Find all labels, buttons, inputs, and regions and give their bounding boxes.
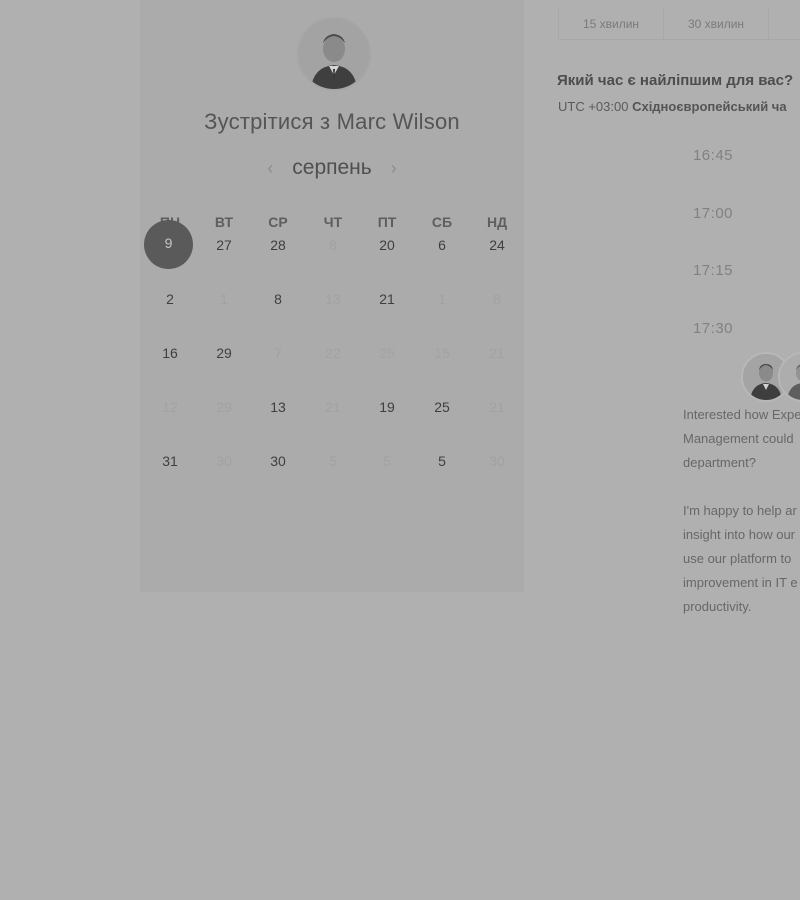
calendar-day-disabled: 30 bbox=[216, 453, 232, 469]
calendar-day-disabled: 25 bbox=[379, 345, 395, 361]
description-paragraph-2: I'm happy to help ar insight into how ou… bbox=[683, 499, 800, 619]
calendar-day[interactable]: 20 bbox=[360, 234, 414, 256]
calendar-day-disabled: 1 bbox=[438, 291, 446, 307]
weekday-label: ЧТ bbox=[323, 214, 343, 230]
meeting-title: Зустрітися з Marc Wilson bbox=[204, 109, 460, 134]
weekday-label: СБ bbox=[431, 214, 453, 230]
time-slot[interactable]: 17:15 bbox=[668, 262, 758, 279]
weekday-label: НД bbox=[486, 214, 508, 230]
calendar-day[interactable]: 24 bbox=[470, 234, 524, 256]
weekday-label: ПТ bbox=[377, 214, 397, 230]
tab-duration-more[interactable] bbox=[768, 9, 800, 40]
booking-page: Зустрітися з Marc Wilson ‹ серпень › ПНВ… bbox=[0, 0, 800, 900]
calendar-day-disabled: 5 bbox=[383, 453, 391, 469]
chevron-right-icon[interactable]: › bbox=[386, 158, 402, 179]
month-label: серпень bbox=[292, 156, 372, 179]
calendar-day-disabled: 29 bbox=[216, 399, 232, 415]
calendar-day-disabled: 21 bbox=[489, 345, 505, 361]
calendar-day-disabled: 13 bbox=[325, 291, 341, 307]
calendar-day-disabled: 1 bbox=[220, 291, 228, 307]
description-line: Management could bbox=[683, 431, 794, 446]
calendar-day-disabled: 21 bbox=[325, 399, 341, 415]
calendar-day[interactable]: 13 bbox=[251, 396, 305, 418]
description-line: use our platform to bbox=[683, 551, 792, 566]
meeting-description: Interested how Expe Management could dep… bbox=[683, 403, 800, 619]
calendar-day[interactable]: 16 bbox=[143, 342, 197, 364]
time-slot[interactable]: 16:45 bbox=[668, 147, 758, 164]
calendar-day[interactable]: 2 bbox=[143, 288, 197, 310]
calendar-day[interactable]: 5 bbox=[415, 450, 469, 472]
calendar-day[interactable]: 6 bbox=[415, 234, 469, 256]
calendar-day[interactable]: 31 bbox=[143, 450, 197, 472]
calendar-day[interactable]: 25 bbox=[415, 396, 469, 418]
calendar-day-disabled: 30 bbox=[489, 453, 505, 469]
calendar-day[interactable]: 29 bbox=[197, 342, 251, 364]
description-line: Interested how Expe bbox=[683, 407, 800, 422]
chevron-left-icon[interactable]: ‹ bbox=[262, 158, 278, 179]
description-paragraph-1: Interested how Expe Management could dep… bbox=[683, 403, 800, 475]
calendar-day-disabled: 12 bbox=[162, 399, 178, 415]
calendar-day-disabled: 7 bbox=[274, 345, 282, 361]
time-question: Який час є найліпшим для вас? bbox=[557, 72, 794, 89]
description-line: I'm happy to help ar bbox=[683, 503, 797, 518]
person-avatar-icon bbox=[780, 354, 800, 400]
calendar-day[interactable]: 28 bbox=[251, 234, 305, 256]
time-slot[interactable]: 17:00 bbox=[668, 205, 758, 222]
calendar-day[interactable]: 27 bbox=[197, 234, 251, 256]
person-avatar-icon bbox=[299, 19, 369, 89]
weekday-label: СР bbox=[268, 214, 288, 230]
host-avatar bbox=[297, 17, 371, 91]
tab-duration-30[interactable]: 30 хвилин bbox=[663, 9, 769, 40]
calendar-day[interactable]: 19 bbox=[360, 396, 414, 418]
selected-day[interactable]: 9 bbox=[144, 220, 193, 269]
description-line: department? bbox=[683, 455, 756, 470]
calendar-day[interactable]: 21 bbox=[360, 288, 414, 310]
calendar-day-disabled: 5 bbox=[329, 453, 337, 469]
calendar-day-disabled: 22 bbox=[325, 345, 341, 361]
calendar-day[interactable]: 8 bbox=[251, 288, 305, 310]
timezone-label[interactable]: UTC +03:00 Східноєвропейський ча bbox=[558, 99, 787, 114]
timezone-offset: UTC +03:00 bbox=[558, 99, 629, 114]
timezone-name: Східноєвропейський ча bbox=[632, 99, 787, 114]
month-navigation: ‹ серпень › bbox=[140, 154, 524, 182]
calendar-day[interactable]: 30 bbox=[251, 450, 305, 472]
tab-duration-15[interactable]: 15 хвилин bbox=[558, 9, 664, 40]
calendar-day-disabled: 8 bbox=[493, 291, 501, 307]
description-line: productivity. bbox=[683, 599, 752, 614]
calendar-day-disabled: 21 bbox=[489, 399, 505, 415]
description-line: improvement in IT e bbox=[683, 575, 798, 590]
calendar-day-disabled: 15 bbox=[434, 345, 450, 361]
weekday-label: ВТ bbox=[214, 214, 234, 230]
description-line: insight into how our bbox=[683, 527, 796, 542]
time-slot[interactable]: 17:30 bbox=[668, 320, 758, 337]
calendar-day-disabled: 8 bbox=[329, 237, 337, 253]
